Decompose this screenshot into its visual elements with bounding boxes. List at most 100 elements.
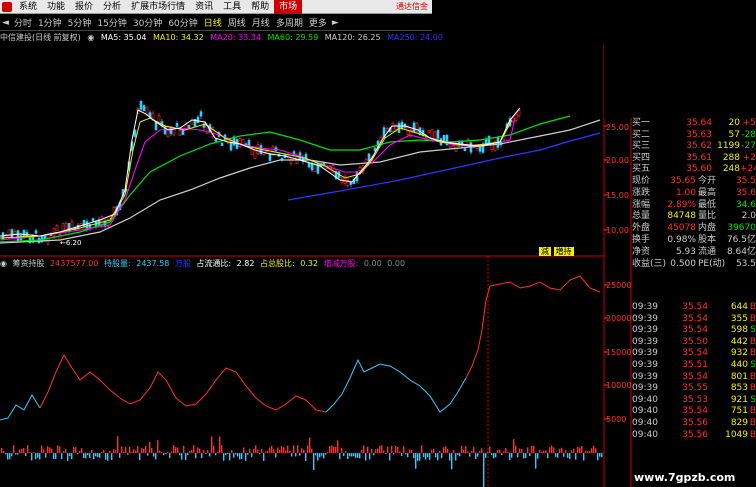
period-weekly[interactable]: 周线 xyxy=(225,16,249,29)
tick-row[interactable]: 09:39 35.51 440 S xyxy=(632,360,756,372)
period-prev-icon[interactable]: ◄ xyxy=(0,18,11,28)
flow-bar xyxy=(261,448,263,453)
period-intraday[interactable]: 分时 xyxy=(11,16,35,29)
flow-ratio-label: 占流通比: xyxy=(196,259,232,268)
flow-bar xyxy=(331,445,333,453)
tick-row[interactable]: 09:39 35.54 644 B xyxy=(632,302,756,314)
flow-bar xyxy=(209,453,211,457)
flow-bar xyxy=(213,445,215,453)
flow-bar xyxy=(441,453,443,459)
menu-item-news[interactable]: 资讯 xyxy=(190,0,218,14)
flow-bar xyxy=(93,453,95,460)
tick-row[interactable]: 09:39 35.54 932 B xyxy=(632,348,756,360)
flow-bar xyxy=(147,453,149,456)
flow-bar xyxy=(509,453,511,461)
flow-bar xyxy=(539,449,541,453)
tick-row[interactable]: 09:40 35.53 921 S xyxy=(632,395,756,407)
tick-row[interactable]: 09:39 35.50 442 B xyxy=(632,337,756,349)
order-book-row[interactable]: 买一 35.64 20 +5 xyxy=(632,118,756,130)
flow-bar xyxy=(345,450,347,453)
flow-bar xyxy=(521,449,523,453)
period-more[interactable]: 更多 xyxy=(306,16,330,29)
tick-volume: 598 xyxy=(730,325,748,336)
flow-bar xyxy=(495,453,497,458)
menu-item-extended-market[interactable]: 扩展市场行情 xyxy=(126,0,190,14)
flow-bar xyxy=(341,447,343,453)
flow-bar xyxy=(569,453,571,460)
flow-bar xyxy=(281,446,283,453)
menu-item-tools[interactable]: 工具 xyxy=(218,0,246,14)
order-book-row[interactable]: 买三 35.62 1199 -27 xyxy=(632,141,756,153)
order-book-row[interactable]: 买五 35.60 248+24 xyxy=(632,164,756,176)
tick-row[interactable]: 09:39 35.54 598 S xyxy=(632,325,756,337)
flow-bar xyxy=(389,453,391,461)
low-price-label: ←6.20 xyxy=(60,239,81,247)
flow-bar xyxy=(593,445,595,453)
tick-row[interactable]: 09:40 35.56 1049 B xyxy=(632,430,756,442)
tick-direction: S xyxy=(750,325,756,336)
candle-body xyxy=(400,121,404,129)
period-5min[interactable]: 5分钟 xyxy=(65,16,95,29)
tick-price: 35.54 xyxy=(682,371,708,382)
flow-bar xyxy=(121,446,123,453)
flow-bar xyxy=(191,450,193,453)
candle-body xyxy=(10,229,14,238)
tick-row[interactable]: 09:40 35.54 751 B xyxy=(632,406,756,418)
flow-bar xyxy=(25,453,27,457)
flow-bar xyxy=(3,451,5,453)
stat-label: 现价 xyxy=(632,175,651,186)
period-multi[interactable]: 多周期 xyxy=(273,16,306,29)
flow-bar xyxy=(365,453,367,461)
tick-row[interactable]: 09:40 35.56 829 B xyxy=(632,418,756,430)
tick-row[interactable]: 09:39 35.54 355 B xyxy=(632,314,756,326)
candle-body xyxy=(466,138,470,146)
order-book-label: 买三 xyxy=(632,141,651,152)
tick-row[interactable]: 09:39 35.54 801 B xyxy=(632,372,756,384)
flow-bar xyxy=(277,447,279,453)
flow-bar xyxy=(529,453,531,456)
period-30min[interactable]: 30分钟 xyxy=(130,16,165,29)
candle-body xyxy=(139,101,143,110)
period-daily[interactable]: 日线 xyxy=(201,16,225,29)
flow-bar xyxy=(483,453,485,487)
period-next-icon[interactable]: ► xyxy=(330,18,341,28)
candle-body xyxy=(22,229,26,237)
candle-body xyxy=(436,129,440,139)
flow-bar xyxy=(387,446,389,453)
stat-value: 0.500 xyxy=(670,258,696,269)
flow-bar xyxy=(565,450,567,453)
flow-bar xyxy=(99,453,101,458)
menu-item-function[interactable]: 功能 xyxy=(42,0,70,14)
flow-bar xyxy=(559,448,561,453)
flow-bar xyxy=(37,453,39,458)
menu-item-system[interactable]: 系统 xyxy=(14,0,42,14)
stat-row: 现价 35.65 今开 35.5 xyxy=(632,176,756,188)
indicator-value: 2437577.00 xyxy=(50,259,99,268)
order-book-row[interactable]: 买四 35.61 288 +2 xyxy=(632,153,756,165)
flow-bar xyxy=(423,453,425,457)
candle-body xyxy=(166,126,170,137)
holding-line-blue xyxy=(0,393,41,421)
tick-row[interactable]: 09:39 35.55 853 B xyxy=(632,383,756,395)
menu-item-market[interactable]: 市场 xyxy=(274,0,303,14)
flow-bar xyxy=(381,445,383,453)
stat-row: 收益(三) 0.500 PE(动) 53.5 xyxy=(632,259,756,271)
period-15min[interactable]: 15分钟 xyxy=(94,16,129,29)
flow-bar xyxy=(127,453,129,455)
menu-item-quote[interactable]: 报价 xyxy=(70,0,98,14)
menu-item-help[interactable]: 帮助 xyxy=(246,0,274,14)
indicator-name: 筹资持股 xyxy=(12,259,45,268)
tick-price: 35.54 xyxy=(682,313,708,324)
flow-bar xyxy=(275,453,277,458)
period-60min[interactable]: 60分钟 xyxy=(165,16,200,29)
period-1min[interactable]: 1分钟 xyxy=(35,16,65,29)
holding-line-blue-2 xyxy=(325,358,467,413)
flow-bar xyxy=(157,440,159,453)
flow-bar xyxy=(69,453,71,457)
order-book-row[interactable]: 买二 35.63 57 -28 xyxy=(632,130,756,142)
ma20-label: MA20: 33.34 xyxy=(210,33,261,42)
tick-time: 09:39 xyxy=(632,383,658,394)
menu-item-analysis[interactable]: 分析 xyxy=(98,0,126,14)
period-monthly[interactable]: 月线 xyxy=(249,16,273,29)
flow-bar xyxy=(185,453,187,461)
